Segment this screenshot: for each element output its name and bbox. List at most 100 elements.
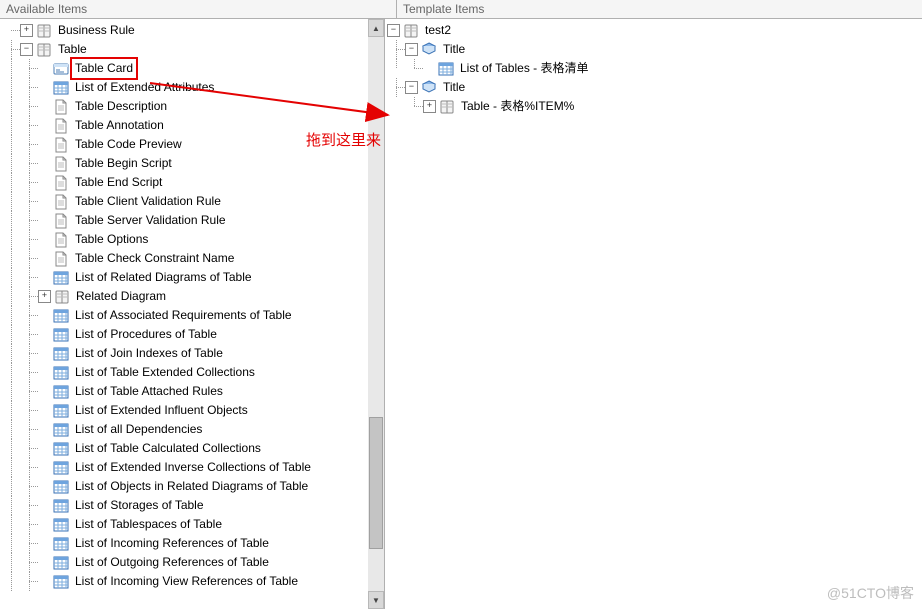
tree-item[interactable]: List of Incoming References of Table xyxy=(2,534,368,553)
tree-item[interactable]: List of all Dependencies xyxy=(2,420,368,439)
tree-item-label: Title xyxy=(441,40,467,59)
tree-item-label: List of all Dependencies xyxy=(73,420,204,439)
tree-item[interactable]: Table Annotation xyxy=(2,116,368,135)
grid-icon xyxy=(53,365,69,381)
tree-item-label: Table Card xyxy=(70,57,138,80)
grid-icon xyxy=(53,403,69,419)
available-items-tree[interactable]: + Business Rule − Table Table Card List xyxy=(0,19,368,609)
tree-item-label: List of Incoming View References of Tabl… xyxy=(73,572,300,591)
template-items-panel: − test2 − Title List of Tables - 表格清单 − xyxy=(385,19,922,609)
title-icon xyxy=(421,80,437,96)
scroll-up-button[interactable]: ▲ xyxy=(368,19,384,37)
tree-item-label: Table Description xyxy=(73,97,169,116)
card-icon xyxy=(53,61,69,77)
tree-item[interactable]: Table Check Constraint Name xyxy=(2,249,368,268)
expander-icon[interactable]: + xyxy=(38,290,51,303)
template-items-tree[interactable]: − test2 − Title List of Tables - 表格清单 − xyxy=(385,19,922,118)
tree-item-business-rule[interactable]: + Business Rule xyxy=(2,21,368,40)
grid-icon xyxy=(53,441,69,457)
tree-item-related-diagram[interactable]: + Related Diagram xyxy=(2,287,368,306)
tree-item-label: Table Client Validation Rule xyxy=(73,192,223,211)
tree-item-label: List of Extended Influent Objects xyxy=(73,401,250,420)
panel-header-available: Available Items xyxy=(0,0,397,18)
page-icon xyxy=(53,213,69,229)
available-items-panel: + Business Rule − Table Table Card List xyxy=(0,19,385,609)
grid-icon xyxy=(53,270,69,286)
page-icon xyxy=(53,99,69,115)
tree-item[interactable]: Table Description xyxy=(2,97,368,116)
expander-icon[interactable]: − xyxy=(20,43,33,56)
tree-item[interactable]: List of Tablespaces of Table xyxy=(2,515,368,534)
grid-icon xyxy=(53,574,69,590)
tree-item-title-2[interactable]: − Title xyxy=(387,78,922,97)
grid-icon xyxy=(53,422,69,438)
tree-item[interactable]: List of Procedures of Table xyxy=(2,325,368,344)
scrollbar-vertical[interactable]: ▲ ▼ xyxy=(368,19,384,609)
page-icon xyxy=(53,118,69,134)
title-icon xyxy=(421,42,437,58)
scroll-thumb[interactable] xyxy=(369,417,383,549)
tree-item-label: List of Objects in Related Diagrams of T… xyxy=(73,477,310,496)
tree-item[interactable]: List of Associated Requirements of Table xyxy=(2,306,368,325)
grid-icon xyxy=(53,80,69,96)
tree-item-label: List of Related Diagrams of Table xyxy=(73,268,254,287)
tree-item[interactable]: List of Storages of Table xyxy=(2,496,368,515)
tree-item[interactable]: List of Table Extended Collections xyxy=(2,363,368,382)
tree-item-label: List of Tablespaces of Table xyxy=(73,515,224,534)
tree-item-test2[interactable]: − test2 xyxy=(387,21,922,40)
tree-item-label: List of Procedures of Table xyxy=(73,325,219,344)
tree-item[interactable]: Table Begin Script xyxy=(2,154,368,173)
tree-item[interactable]: List of Extended Attributes xyxy=(2,78,368,97)
tree-item[interactable]: List of Table Calculated Collections xyxy=(2,439,368,458)
tree-item-label: List of Tables - 表格清单 xyxy=(458,59,591,78)
expander-icon[interactable]: + xyxy=(423,100,436,113)
page-icon xyxy=(53,175,69,191)
tree-item[interactable]: List of Incoming View References of Tabl… xyxy=(2,572,368,591)
tree-item[interactable]: List of Related Diagrams of Table xyxy=(2,268,368,287)
tree-item-label: Business Rule xyxy=(56,21,137,40)
tree-item-label: Title xyxy=(441,78,467,97)
tree-item[interactable]: Table Options xyxy=(2,230,368,249)
book-icon xyxy=(36,42,52,58)
book-icon xyxy=(36,23,52,39)
tree-item[interactable]: List of Extended Influent Objects xyxy=(2,401,368,420)
book-icon xyxy=(439,99,455,115)
tree-item[interactable]: List of Outgoing References of Table xyxy=(2,553,368,572)
tree-item[interactable]: List of Join Indexes of Table xyxy=(2,344,368,363)
tree-item-label: List of Table Attached Rules xyxy=(73,382,225,401)
tree-item[interactable]: Table Client Validation Rule xyxy=(2,192,368,211)
tree-item[interactable]: Table End Script xyxy=(2,173,368,192)
grid-icon xyxy=(53,327,69,343)
tree-item[interactable]: List of Table Attached Rules xyxy=(2,382,368,401)
tree-item-label: List of Extended Attributes xyxy=(73,78,216,97)
panel-header-template: Template Items xyxy=(397,0,922,18)
tree-item-label: Table Check Constraint Name xyxy=(73,249,236,268)
grid-icon xyxy=(53,479,69,495)
tree-item-table[interactable]: − Table xyxy=(2,40,368,59)
page-icon xyxy=(53,194,69,210)
book-icon xyxy=(403,23,419,39)
page-icon xyxy=(53,251,69,267)
page-icon xyxy=(53,156,69,172)
scroll-down-button[interactable]: ▼ xyxy=(368,591,384,609)
tree-item-table-card[interactable]: Table Card xyxy=(2,59,368,78)
grid-icon xyxy=(53,346,69,362)
page-icon xyxy=(53,137,69,153)
tree-item-list-of-tables[interactable]: List of Tables - 表格清单 xyxy=(387,59,922,78)
expander-icon[interactable]: − xyxy=(405,43,418,56)
tree-item[interactable]: Table Code Preview xyxy=(2,135,368,154)
tree-item-title-1[interactable]: − Title xyxy=(387,40,922,59)
expander-icon[interactable]: − xyxy=(405,81,418,94)
tree-item-label: Table End Script xyxy=(73,173,164,192)
scroll-track[interactable] xyxy=(368,37,384,591)
grid-icon xyxy=(53,498,69,514)
tree-item[interactable]: Table Server Validation Rule xyxy=(2,211,368,230)
expander-icon[interactable]: + xyxy=(20,24,33,37)
page-icon xyxy=(53,232,69,248)
tree-item-table-item[interactable]: + Table - 表格%ITEM% xyxy=(387,97,922,116)
tree-item[interactable]: List of Extended Inverse Collections of … xyxy=(2,458,368,477)
tree-item-label: List of Table Extended Collections xyxy=(73,363,257,382)
tree-item[interactable]: List of Objects in Related Diagrams of T… xyxy=(2,477,368,496)
tree-item-label: List of Outgoing References of Table xyxy=(73,553,271,572)
expander-icon[interactable]: − xyxy=(387,24,400,37)
